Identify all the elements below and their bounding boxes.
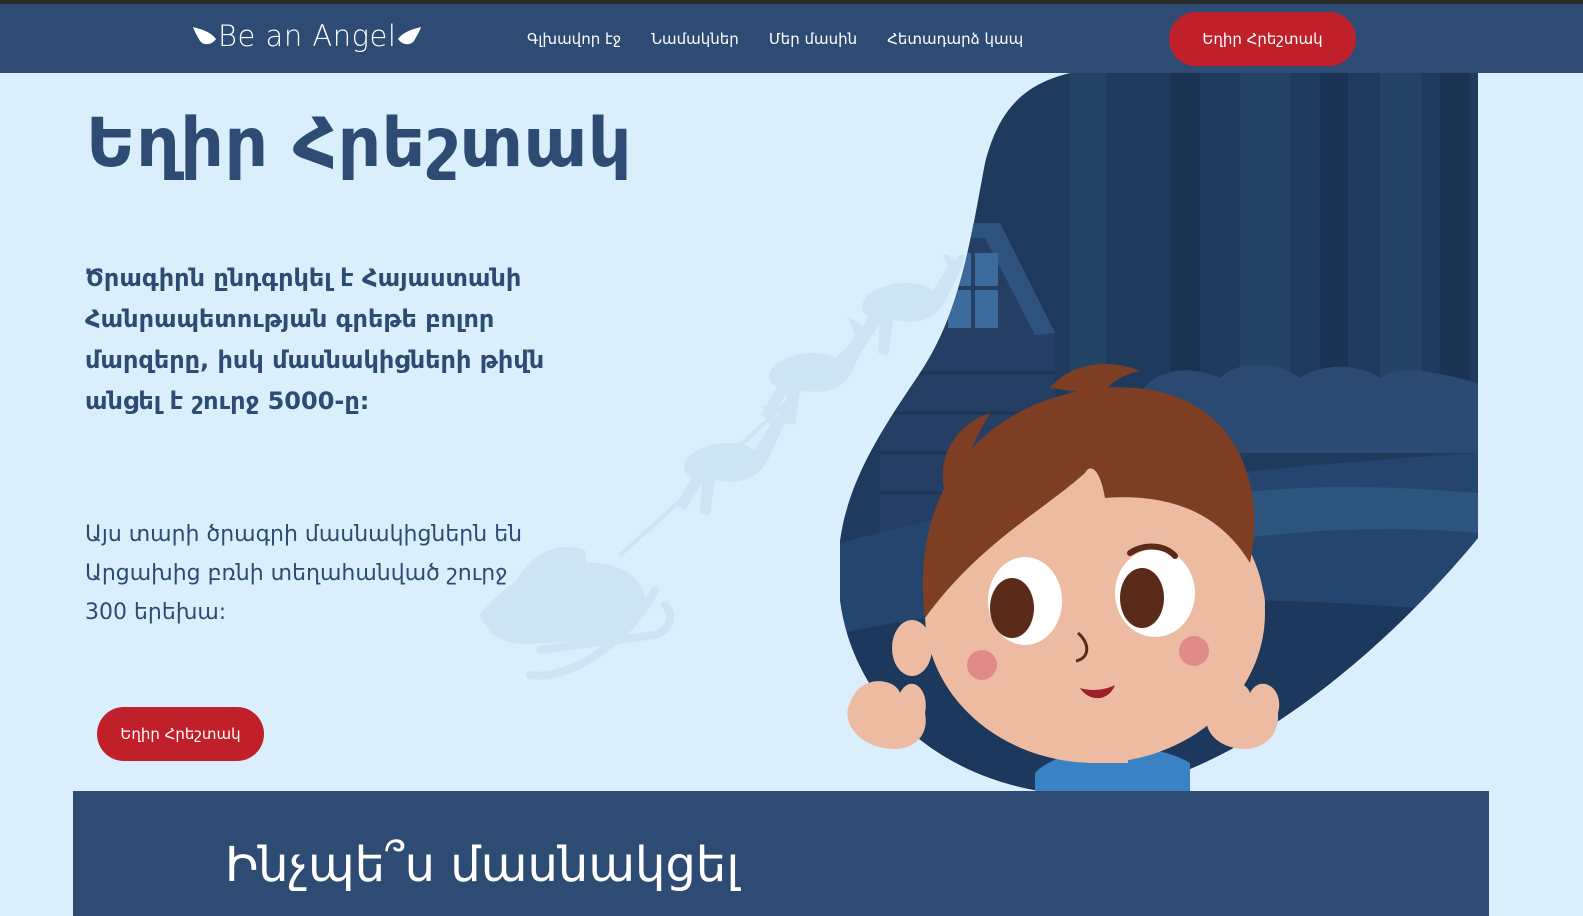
left-wing-icon <box>193 27 216 45</box>
right-wing-icon <box>398 27 422 45</box>
hero-title: Եղիր Հրեշտակ <box>86 104 633 183</box>
navbar: Be an Angel Գլխավոր էջ Նամակներ Մեր մասի… <box>0 4 1583 73</box>
hero-subtext: Այս տարի ծրագրի մասնակիցներն են Արցախից … <box>85 522 523 625</box>
nav-link-about[interactable]: Մեր մասին <box>769 30 857 48</box>
how-to-participate-title: Ինչպե՞ս մասնակցել <box>225 837 740 893</box>
how-to-participate-section: Ինչպե՞ս մասնակցել <box>73 791 1489 916</box>
logo-text: Be an Angel <box>218 19 397 53</box>
hero-lead-text: Ծրագիրն ընդգրկել է Հայաստանի Հանրապետութ… <box>85 264 545 415</box>
main-nav: Գլխավոր էջ Նամակներ Մեր մասին Հետադարձ կ… <box>527 4 1053 73</box>
nav-link-home[interactable]: Գլխավոր էջ <box>527 30 621 48</box>
boy-peeking-illustration <box>840 73 1478 791</box>
nav-link-contact[interactable]: Հետադարձ կապ <box>887 30 1023 48</box>
hero-be-angel-button[interactable]: Եղիր Հրեշտակ <box>97 707 264 761</box>
nav-link-letters[interactable]: Նամակներ <box>651 30 739 48</box>
logo-link[interactable]: Be an Angel <box>192 16 422 56</box>
nav-be-angel-button[interactable]: Եղիր Հրեշտակ <box>1169 12 1356 66</box>
